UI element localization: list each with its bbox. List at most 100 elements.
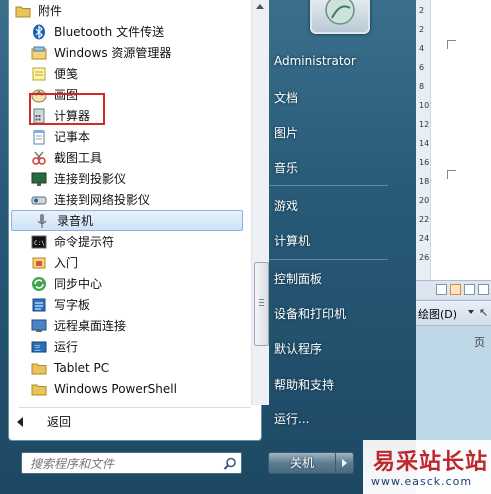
program-label: 连接到网络投影仪: [54, 193, 151, 207]
programs-divider: [19, 407, 251, 408]
programs-panel: 附件 Bluetooth 文件传送 Windows 资源管理器 便笺 画图 计算器 记事本截…: [8, 0, 269, 441]
draw-dropdown-icon[interactable]: [468, 310, 474, 314]
program-item[interactable]: 录音机: [11, 210, 243, 231]
ruler-mark: 24: [419, 234, 430, 243]
program-item[interactable]: 附件: [9, 0, 245, 21]
right-menu-item[interactable]: 默认程序: [274, 340, 322, 357]
shutdown-options-arrow-icon[interactable]: [336, 453, 353, 473]
program-list: 附件 Bluetooth 文件传送 Windows 资源管理器 便笺 画图 计算器 记事本截…: [9, 0, 245, 399]
view-toolbar: [416, 280, 491, 299]
program-item[interactable]: Bluetooth 文件传送: [9, 21, 245, 42]
program-label: Windows PowerShell: [54, 381, 177, 396]
scroll-grip-icon: [259, 299, 264, 300]
scroll-thumb[interactable]: [254, 262, 269, 346]
ruler-mark: 22: [419, 215, 430, 224]
watermark-url: www.easck.com: [371, 475, 473, 488]
program-item[interactable]: 连接到投影仪: [9, 168, 245, 189]
right-menu-item[interactable]: 游戏: [274, 197, 298, 214]
shutdown-button-group[interactable]: 关机: [268, 452, 354, 474]
program-label: Bluetooth 文件传送: [54, 25, 165, 39]
ruler-mark: 26: [419, 253, 430, 262]
user-picture[interactable]: [310, 0, 370, 34]
back-button[interactable]: 返回: [17, 413, 71, 430]
microphone-icon: [34, 213, 50, 229]
program-item[interactable]: 三 运行: [9, 336, 245, 357]
ruler-mark: 14: [419, 139, 430, 148]
right-menu-item[interactable]: 设备和打印机: [274, 305, 346, 322]
program-item[interactable]: Tablet PC: [9, 357, 245, 378]
program-item[interactable]: C:\ 命令提示符: [9, 231, 245, 252]
program-item[interactable]: 便笺: [9, 63, 245, 84]
ruler-mark: 16: [419, 158, 430, 167]
back-label: 返回: [47, 415, 72, 429]
program-label: 命令提示符: [54, 235, 115, 249]
search-input[interactable]: [28, 454, 222, 474]
program-item[interactable]: Windows PowerShell: [9, 378, 245, 399]
run-icon: 三: [31, 339, 47, 355]
view-reading-button[interactable]: [478, 284, 489, 295]
vertical-ruler: 2 2 4 6 8 10 12 14 16 18 20 22 24 26: [416, 0, 431, 280]
program-item[interactable]: 记事本: [9, 126, 245, 147]
program-list-scrollbar[interactable]: [251, 0, 269, 405]
notepad-icon: [31, 129, 47, 145]
right-menu-item[interactable]: 控制面板: [274, 270, 322, 287]
command-prompt-icon: C:\: [31, 234, 47, 250]
right-menu-item[interactable]: 计算机: [274, 232, 310, 249]
folder-icon: [15, 3, 31, 19]
right-menu-item[interactable]: Administrator: [274, 54, 356, 68]
program-label: 记事本: [54, 130, 91, 144]
program-item[interactable]: 写字板: [9, 294, 245, 315]
drawing-toolbar: 绘图(D) ↖: [416, 300, 491, 326]
program-item[interactable]: Windows 资源管理器: [9, 42, 245, 63]
view-page-button[interactable]: [450, 284, 461, 295]
program-label: 便笺: [54, 67, 79, 81]
program-item[interactable]: 入门: [9, 252, 245, 273]
getting-started-icon: [31, 255, 47, 271]
program-item[interactable]: 截图工具: [9, 147, 245, 168]
ruler-mark: 6: [419, 63, 425, 72]
right-menu-item[interactable]: 帮助和支持: [274, 376, 334, 393]
search-box[interactable]: [21, 452, 242, 474]
program-label: Tablet PC: [54, 360, 110, 375]
program-label: 入门: [54, 256, 79, 270]
program-item[interactable]: 连接到网络投影仪: [9, 189, 245, 210]
view-outline-button[interactable]: [464, 284, 475, 295]
program-label: 运行: [54, 340, 79, 354]
ruler-mark: 4: [419, 44, 425, 53]
right-menu-item[interactable]: 图片: [274, 124, 298, 141]
annotation-highlight-box: [29, 93, 105, 125]
right-menu-separator: [268, 259, 388, 260]
right-menu-item[interactable]: 文档: [274, 89, 298, 106]
select-pointer-icon[interactable]: ↖: [479, 306, 488, 319]
program-label: 连接到投影仪: [54, 172, 127, 186]
right-menu-item[interactable]: 音乐: [274, 159, 298, 176]
snipping-tool-icon: [31, 150, 47, 166]
scroll-up-arrow-icon[interactable]: [256, 4, 264, 9]
margin-mark: [447, 40, 456, 49]
folder-icon: [31, 381, 47, 397]
sticky-notes-icon: [31, 66, 47, 82]
program-label: 截图工具: [54, 151, 103, 165]
wordpad-icon: [31, 297, 47, 313]
program-item[interactable]: 远程桌面连接: [9, 315, 245, 336]
folder-icon: [31, 360, 47, 376]
shutdown-button[interactable]: 关机: [269, 453, 336, 473]
program-item[interactable]: 同步中心: [9, 273, 245, 294]
right-menu-item[interactable]: 运行...: [274, 410, 309, 427]
draw-menu-button[interactable]: 绘图(D): [418, 306, 457, 322]
sync-center-icon: [31, 276, 47, 292]
ruler-mark: 2: [419, 25, 425, 34]
back-arrow-icon: [17, 416, 23, 427]
background-window: 2 2 4 6 8 10 12 14 16 18 20 22 24 26 绘图(D) ↖ 页: [416, 0, 491, 494]
ruler-mark: 12: [419, 120, 430, 129]
ruler-mark: 10: [419, 101, 430, 110]
ruler-mark: 8: [419, 82, 425, 91]
page-label: 页: [474, 336, 485, 349]
program-label: 写字板: [54, 298, 91, 312]
watermark: 易采站长站 www.easck.com: [363, 440, 491, 494]
margin-mark: [447, 170, 456, 179]
ruler-mark: 20: [419, 196, 430, 205]
view-normal-button[interactable]: [436, 284, 447, 295]
search-icon[interactable]: [223, 456, 237, 475]
watermark-brand: 易采站长站: [373, 449, 489, 475]
